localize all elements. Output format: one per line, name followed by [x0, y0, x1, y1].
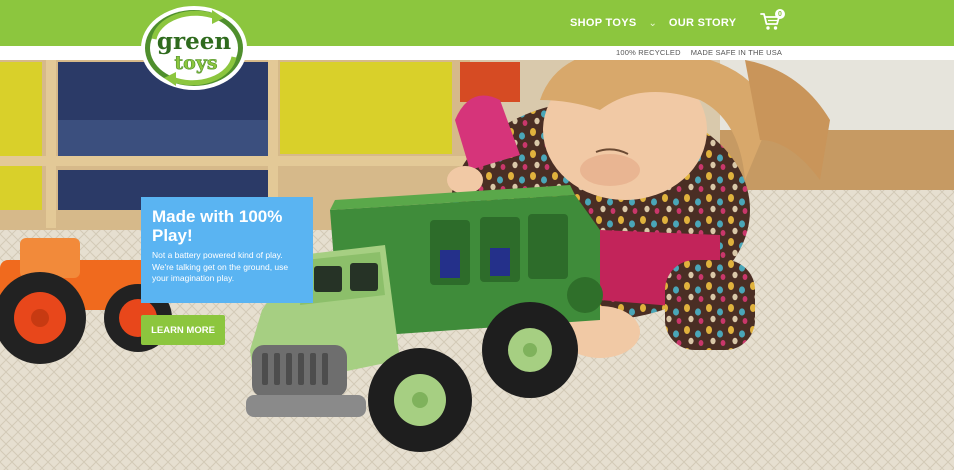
hero-promo-card: Made with 100% Play! Not a battery power… — [141, 197, 313, 303]
sub-header-links: 100% RECYCLED MADE SAFE IN THE USA — [616, 48, 782, 57]
logo-text-toys: toys — [174, 52, 217, 74]
nav-our-story[interactable]: OUR STORY — [669, 17, 737, 29]
hero-title: Made with 100% Play! — [152, 207, 283, 245]
hero-description: Not a battery powered kind of play. We'r… — [152, 250, 289, 283]
nav-shop-toys[interactable]: SHOP TOYS — [570, 17, 636, 29]
cart-button[interactable]: 0 — [760, 9, 786, 34]
learn-more-button[interactable]: LEARN MORE — [141, 315, 225, 345]
brand-logo[interactable]: green toys — [140, 5, 248, 91]
main-nav: SHOP TOYS ⌄ OUR STORY — [570, 0, 736, 46]
chevron-down-icon[interactable]: ⌄ — [648, 18, 656, 29]
logo-graphic: green toys — [141, 6, 247, 90]
nav-shop-toys-label: SHOP TOYS — [570, 17, 637, 29]
cart-count-badge: 0 — [775, 9, 785, 19]
logo-text-green: green — [157, 28, 231, 55]
subnav-link-recycled[interactable]: 100% RECYCLED — [616, 48, 681, 57]
nav-our-story-label: OUR STORY — [668, 17, 737, 29]
subnav-link-made-safe[interactable]: MADE SAFE IN THE USA — [691, 48, 782, 57]
